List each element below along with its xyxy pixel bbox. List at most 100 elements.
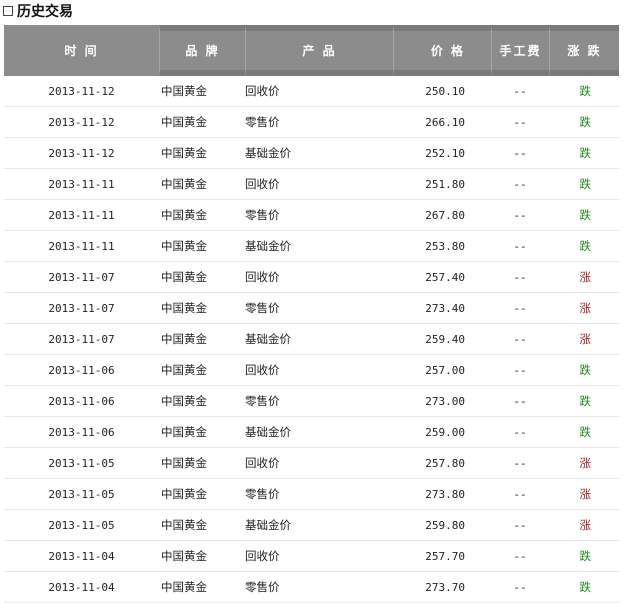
- header-product[interactable]: 产 品: [245, 25, 393, 76]
- table-row: 2013-11-05 中国黄金 零售价 273.80 -- 涨: [4, 479, 619, 510]
- section-header: 历史交易: [3, 0, 73, 22]
- table-row: 2013-11-11 中国黄金 回收价 251.80 -- 跌: [4, 169, 619, 200]
- cell-product: 回收价: [245, 363, 280, 377]
- cell-price: 273.80: [425, 487, 465, 501]
- cell-trend: 涨: [579, 518, 592, 532]
- cell-date: 2013-11-11: [48, 208, 115, 222]
- cell-price: 273.40: [425, 301, 465, 315]
- cell-date: 2013-11-06: [48, 394, 115, 408]
- cell-trend: 涨: [579, 270, 592, 284]
- cell-trend: 跌: [579, 549, 592, 563]
- cell-date: 2013-11-12: [48, 84, 115, 98]
- cell-trend: 跌: [579, 84, 592, 98]
- cell-product: 零售价: [245, 580, 280, 594]
- cell-price: 257.70: [425, 549, 465, 563]
- cell-date: 2013-11-05: [48, 456, 115, 470]
- cell-date: 2013-11-06: [48, 425, 115, 439]
- header-trend[interactable]: 涨 跌: [549, 25, 619, 76]
- cell-fee: --: [513, 239, 527, 253]
- cell-brand: 中国黄金: [161, 208, 207, 222]
- cell-trend: 跌: [579, 425, 592, 439]
- header-price[interactable]: 价 格: [393, 25, 491, 76]
- cell-price: 259.00: [425, 425, 465, 439]
- cell-product: 回收价: [245, 456, 280, 470]
- cell-brand: 中国黄金: [161, 301, 207, 315]
- table-row: 2013-11-11 中国黄金 基础金价 253.80 -- 跌: [4, 231, 619, 262]
- cell-trend: 跌: [579, 580, 592, 594]
- cell-product: 零售价: [245, 208, 280, 222]
- cell-trend: 涨: [579, 487, 592, 501]
- cell-brand: 中国黄金: [161, 487, 207, 501]
- section-title: 历史交易: [17, 4, 73, 20]
- checkbox-square-icon: [3, 6, 13, 16]
- cell-price: 253.80: [425, 239, 465, 253]
- cell-brand: 中国黄金: [161, 115, 207, 129]
- cell-product: 基础金价: [245, 425, 291, 439]
- cell-brand: 中国黄金: [161, 270, 207, 284]
- cell-product: 基础金价: [245, 146, 291, 160]
- cell-date: 2013-11-04: [48, 580, 115, 594]
- cell-date: 2013-11-07: [48, 301, 115, 315]
- cell-product: 回收价: [245, 177, 280, 191]
- table-row: 2013-11-12 中国黄金 回收价 250.10 -- 跌: [4, 76, 619, 107]
- cell-brand: 中国黄金: [161, 177, 207, 191]
- table-row: 2013-11-06 中国黄金 零售价 273.00 -- 跌: [4, 386, 619, 417]
- cell-fee: --: [513, 394, 527, 408]
- cell-date: 2013-11-05: [48, 518, 115, 532]
- cell-brand: 中国黄金: [161, 394, 207, 408]
- cell-fee: --: [513, 518, 527, 532]
- cell-fee: --: [513, 549, 527, 563]
- header-fee[interactable]: 手工费: [491, 25, 549, 76]
- header-brand[interactable]: 品 牌: [159, 25, 245, 76]
- table-row: 2013-11-04 中国黄金 回收价 257.70 -- 跌: [4, 541, 619, 572]
- cell-price: 273.00: [425, 394, 465, 408]
- cell-trend: 跌: [579, 115, 592, 129]
- cell-brand: 中国黄金: [161, 425, 207, 439]
- table-row: 2013-11-11 中国黄金 零售价 267.80 -- 跌: [4, 200, 619, 231]
- cell-price: 259.80: [425, 518, 465, 532]
- cell-date: 2013-11-05: [48, 487, 115, 501]
- table-row: 2013-11-07 中国黄金 回收价 257.40 -- 涨: [4, 262, 619, 293]
- cell-fee: --: [513, 332, 527, 346]
- table-row: 2013-11-07 中国黄金 零售价 273.40 -- 涨: [4, 293, 619, 324]
- cell-trend: 跌: [579, 239, 592, 253]
- cell-brand: 中国黄金: [161, 580, 207, 594]
- cell-date: 2013-11-06: [48, 363, 115, 377]
- table-row: 2013-11-06 中国黄金 回收价 257.00 -- 跌: [4, 355, 619, 386]
- cell-fee: --: [513, 363, 527, 377]
- cell-price: 266.10: [425, 115, 465, 129]
- table-row: 2013-11-04 中国黄金 零售价 273.70 -- 跌: [4, 572, 619, 603]
- cell-product: 零售价: [245, 301, 280, 315]
- cell-date: 2013-11-12: [48, 146, 115, 160]
- cell-fee: --: [513, 146, 527, 160]
- cell-brand: 中国黄金: [161, 84, 207, 98]
- cell-date: 2013-11-07: [48, 270, 115, 284]
- cell-product: 回收价: [245, 270, 280, 284]
- table-row: 2013-11-05 中国黄金 回收价 257.80 -- 涨: [4, 448, 619, 479]
- cell-fee: --: [513, 208, 527, 222]
- table-row: 2013-11-05 中国黄金 基础金价 259.80 -- 涨: [4, 510, 619, 541]
- cell-date: 2013-11-07: [48, 332, 115, 346]
- cell-fee: --: [513, 580, 527, 594]
- cell-product: 零售价: [245, 487, 280, 501]
- cell-product: 基础金价: [245, 332, 291, 346]
- cell-trend: 跌: [579, 394, 592, 408]
- history-trade-table: 时 间 品 牌 产 品 价 格 手工费 涨 跌 2013-11-12 中国黄金 回收…: [4, 25, 619, 603]
- cell-product: 基础金价: [245, 518, 291, 532]
- cell-price: 273.70: [425, 580, 465, 594]
- cell-fee: --: [513, 115, 527, 129]
- table-row: 2013-11-12 中国黄金 基础金价 252.10 -- 跌: [4, 138, 619, 169]
- cell-product: 零售价: [245, 115, 280, 129]
- cell-trend: 跌: [579, 146, 592, 160]
- table-row: 2013-11-12 中国黄金 零售价 266.10 -- 跌: [4, 107, 619, 138]
- cell-product: 回收价: [245, 549, 280, 563]
- header-date[interactable]: 时 间: [4, 25, 159, 76]
- cell-brand: 中国黄金: [161, 332, 207, 346]
- cell-trend: 涨: [579, 332, 592, 346]
- cell-brand: 中国黄金: [161, 146, 207, 160]
- cell-price: 257.80: [425, 456, 465, 470]
- table-row: 2013-11-06 中国黄金 基础金价 259.00 -- 跌: [4, 417, 619, 448]
- cell-fee: --: [513, 301, 527, 315]
- cell-brand: 中国黄金: [161, 518, 207, 532]
- cell-trend: 跌: [579, 208, 592, 222]
